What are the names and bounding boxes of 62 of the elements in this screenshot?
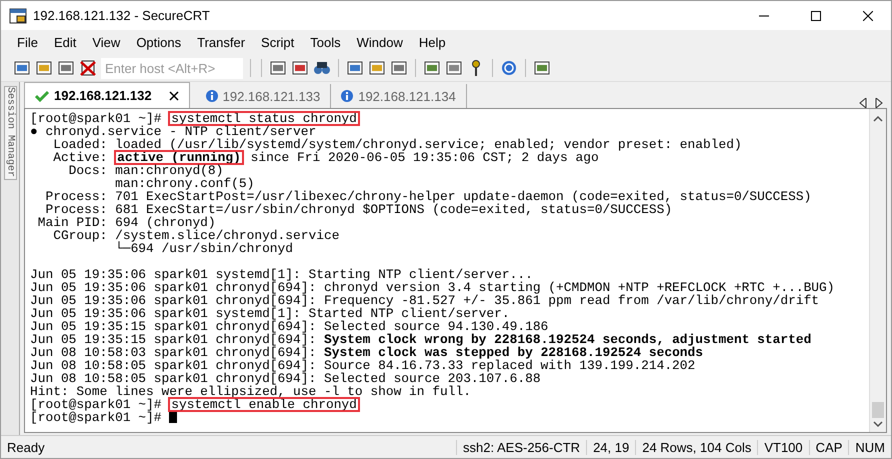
find-icon[interactable] xyxy=(313,59,331,77)
menu-item[interactable]: Window xyxy=(348,35,411,50)
menu-item[interactable]: Transfer xyxy=(189,35,254,50)
session-tab[interactable]: 192.168.121.132 xyxy=(24,82,190,108)
terminal-text: Hint: Some lines were ellipsized, use -l to show in full. xyxy=(30,385,471,398)
menu-item[interactable]: Help xyxy=(410,35,454,50)
status-text: 24 Rows, 104 Cols xyxy=(635,440,758,454)
terminal-text: Process: 701 ExecStartPost=/usr/libexec/chrony-helper update-daemon (code=exited, status=0/SUCCESS) xyxy=(44,190,812,203)
scroll-down-icon[interactable] xyxy=(873,420,883,428)
terminal-text: Jun 08 10:58:05 spark01 chronyd[694]: Selected source 203.107.6.88 xyxy=(30,372,541,385)
terminal-text: Main PID: 694 (chronyd) xyxy=(36,216,216,229)
disconnect-icon[interactable] xyxy=(79,59,97,77)
session-manager-tab[interactable]: Session Manager xyxy=(4,86,16,180)
scroll-left-icon[interactable] xyxy=(859,98,867,108)
menu-item[interactable]: Tools xyxy=(302,35,349,50)
maximize-icon[interactable] xyxy=(811,10,821,20)
terminal-text: Docs: man:chronyd(8) xyxy=(68,164,224,177)
terminal-text: Jun 05 19:35:06 spark01 systemd[1]: Started NTP client/server. xyxy=(30,307,510,320)
status-text: Ready xyxy=(6,440,46,454)
terminal-text: Loaded: loaded (/usr/lib/systemd/system/chronyd.service; enabled; vendor preset: enabled) xyxy=(53,138,742,151)
highlighted-command: active (running) xyxy=(115,151,243,164)
terminal-text: Jun 05 19:35:15 spark01 chronyd[694]: System clock wrong by 228168.192524 seconds, adjustment started xyxy=(30,333,812,346)
terminal-text: Jun 08 10:58:05 spark01 chronyd[694]: Source 84.16.73.33 replaced with 139.199.214.202 xyxy=(30,359,696,372)
terminal-text: [root@spark01 ~]# xyxy=(30,411,162,424)
terminal-text: └─694 /usr/sbin/chronyd xyxy=(114,242,294,255)
terminal-text: Jun 05 19:35:06 spark01 systemd[1]: Starting NTP client/server... xyxy=(30,268,533,281)
menu-item[interactable]: Edit xyxy=(46,35,84,50)
terminal-text: Jun 05 19:35:06 spark01 chronyd[694]: Frequency -81.527 +/- 35.861 ppm read from /var/lib/chrony/drift xyxy=(30,294,820,307)
terminal-text: Active: xyxy=(52,151,108,164)
terminal-text: Jun 08 10:58:03 spark01 chronyd[694]: System clock was stepped by 228168.192524 seconds xyxy=(30,346,704,359)
scrollbar[interactable] xyxy=(869,109,886,432)
terminal-text: [root@spark01 ~]# xyxy=(30,112,162,125)
menu-item[interactable]: Options xyxy=(128,35,190,50)
check-icon xyxy=(35,90,49,102)
scroll-right-icon[interactable] xyxy=(875,98,883,108)
terminal-text: man:chrony.conf(5) xyxy=(114,177,254,190)
status-text: ssh2: AES-256-CTR xyxy=(456,440,586,454)
terminal-text: Jun 05 19:35:15 spark01 chronyd[694]: Selected source 94.130.49.186 xyxy=(30,320,548,333)
menu-item[interactable]: View xyxy=(84,35,128,50)
menu-item[interactable]: Script xyxy=(253,35,302,50)
scroll-up-icon[interactable] xyxy=(873,115,883,123)
status-text: CAP xyxy=(808,440,848,454)
status-text: NUM xyxy=(848,440,891,454)
highlighted-command: systemctl enable chronyd xyxy=(169,398,359,411)
status-text: VT100 xyxy=(757,440,809,454)
terminal-text: Process: 681 ExecStart=/usr/sbin/chronyd $OPTIONS (code=exited, status=0/SUCCESS) xyxy=(45,203,672,216)
highlighted-command: systemctl status chronyd xyxy=(169,112,359,125)
close-icon[interactable] xyxy=(863,10,873,20)
terminal-text: Jun 05 19:35:06 spark01 chronyd[694]: chronyd version 3.4 starting (+CMDMON +NTP +REFCLOCK +RTC +...BUG) xyxy=(30,281,835,294)
info-icon xyxy=(206,90,218,102)
app-icon xyxy=(9,6,27,24)
terminal-text: [root@spark01 ~]# xyxy=(30,398,162,411)
host-field[interactable]: Enter host <Alt+R> xyxy=(101,58,243,78)
terminal-text: since Fri 2020-06-05 19:35:06 CST; 2 days ago xyxy=(250,151,599,164)
close-tab-icon[interactable] xyxy=(168,90,179,100)
info-icon xyxy=(341,90,354,102)
window-title: 192.168.121.132 - SecureCRT xyxy=(33,8,211,23)
scroll-thumb[interactable] xyxy=(872,402,884,418)
status-text: 24, 19 xyxy=(586,440,636,454)
menu-item[interactable]: File xyxy=(9,35,46,50)
terminal-text: ● chronyd.service - NTP client/server xyxy=(30,125,316,138)
terminal-text: CGroup: /system.slice/chronyd.service xyxy=(52,229,340,242)
